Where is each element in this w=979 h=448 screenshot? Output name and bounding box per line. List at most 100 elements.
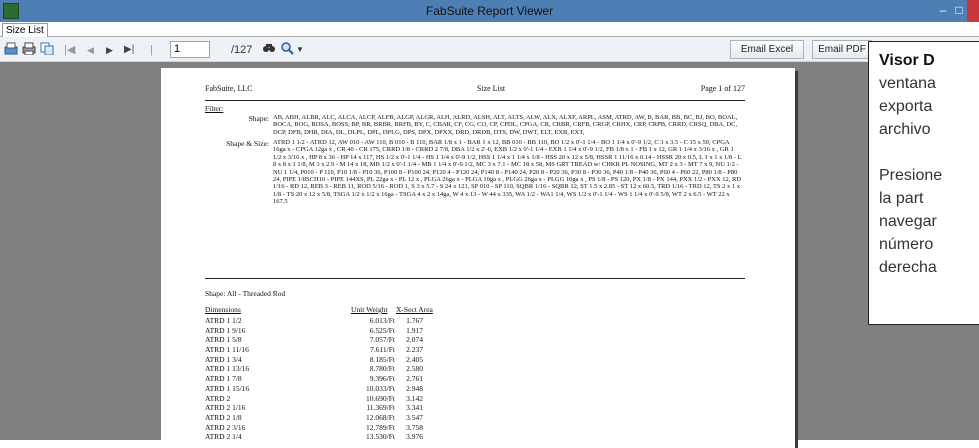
callout-line: la part xyxy=(879,190,924,207)
cell-xsect-area: 1.917 xyxy=(406,325,423,335)
cell-unit-weight: 7.057/Ft xyxy=(369,335,395,345)
cell-unit-weight: 7.611/Ft xyxy=(370,345,395,355)
cell-dimension: ATRD 1 7/8 xyxy=(205,374,242,384)
report-viewer[interactable]: FabSuite, LLC Size List Page 1 of 127 Fi… xyxy=(0,62,979,448)
cell-dimension: ATRD 1 9/16 xyxy=(205,325,246,335)
cell-xsect-area: 3.142 xyxy=(406,393,423,403)
window-controls: – □ xyxy=(935,0,979,22)
next-page-icon[interactable]: ▶ xyxy=(106,42,113,58)
report-page: FabSuite, LLC Size List Page 1 of 127 Fi… xyxy=(161,68,795,448)
cell-unit-weight: 13.530/Ft xyxy=(366,432,395,442)
cell-unit-weight: 11.369/Ft xyxy=(366,403,395,413)
cell-xsect-area: 2.405 xyxy=(406,354,423,364)
callout-line: Presione xyxy=(879,167,943,184)
page-setup-icon[interactable] xyxy=(4,42,18,58)
cell-xsect-area: 2.237 xyxy=(406,345,423,355)
filter-size-key: Shape & Size: xyxy=(226,139,269,148)
size-table: ATRD 1 1/2 6.013/Ft 1.767 ATRD 1 9/16 6.525… xyxy=(205,316,505,442)
instruction-callout: Visor D ventana exporta archivo Presione… xyxy=(868,41,979,325)
cell-dimension: ATRD 2 1/4 xyxy=(205,432,242,442)
cell-xsect-area: 3.976 xyxy=(406,432,423,442)
cell-dimension: ATRD 2 xyxy=(205,393,231,403)
cell-xsect-area: 1.767 xyxy=(406,316,423,325)
cell-dimension: ATRD 2 1/16 xyxy=(205,403,246,413)
report-title: Size List xyxy=(476,84,506,93)
toolbar-separator: | xyxy=(150,44,153,56)
cell-unit-weight: 10.033/Ft xyxy=(366,383,395,393)
cell-dimension: ATRD 1 1/2 xyxy=(205,316,242,325)
table-row: ATRD 2 1/16 11.369/Ft 3.341 xyxy=(205,403,505,413)
last-page-icon[interactable]: ▶| xyxy=(124,42,134,58)
cell-dimension: ATRD 1 3/4 xyxy=(205,354,242,364)
table-row: ATRD 1 11/16 7.611/Ft 2.237 xyxy=(205,345,505,355)
copy-icon[interactable] xyxy=(40,42,54,58)
callout-line: derecha xyxy=(879,259,937,276)
email-pdf-button[interactable]: Email PDF xyxy=(812,40,872,59)
cell-xsect-area: 2.761 xyxy=(406,374,423,384)
callout-line: ventana xyxy=(879,75,936,92)
column-header-xsect-area: X-Sect Area xyxy=(396,305,433,314)
table-row: ATRD 2 1/4 13.530/Ft 3.976 xyxy=(205,432,505,442)
cell-xsect-area: 2.948 xyxy=(406,383,423,393)
column-header-unit-weight: Unit Weight xyxy=(351,305,388,314)
print-icon[interactable] xyxy=(22,42,36,58)
cell-unit-weight: 10.690/Ft xyxy=(366,393,395,403)
callout-line: archivo xyxy=(879,121,931,138)
previous-page-icon[interactable]: ◀ xyxy=(87,42,94,58)
cell-unit-weight: 12.068/Ft xyxy=(366,412,395,422)
cell-xsect-area: 3.758 xyxy=(406,422,423,432)
cell-unit-weight: 6.013/Ft xyxy=(369,316,395,325)
cell-unit-weight: 6.525/Ft xyxy=(369,325,395,335)
table-row: ATRD 1 5/8 7.057/Ft 2.074 xyxy=(205,335,505,345)
cell-xsect-area: 3.341 xyxy=(406,403,423,413)
cell-dimension: ATRD 1 15/16 xyxy=(205,383,250,393)
cell-unit-weight: 12.789/Ft xyxy=(366,422,395,432)
table-row: ATRD 1 15/16 10.033/Ft 2.948 xyxy=(205,384,505,394)
tab-strip: Size List xyxy=(0,22,979,37)
title-bar: FabSuite Report Viewer – □ xyxy=(0,0,979,22)
header-rule xyxy=(205,100,745,101)
cell-dimension: ATRD 2 3/16 xyxy=(205,422,246,432)
table-row: ATRD 1 13/16 8.780/Ft 2.580 xyxy=(205,364,505,374)
table-row: ATRD 1 3/4 8.185/Ft 2.405 xyxy=(205,355,505,365)
filter-shape-key: Shape: xyxy=(248,114,269,123)
zoom-icon[interactable] xyxy=(281,42,295,58)
filter-label: Filter: xyxy=(205,104,224,113)
tab-size-list[interactable]: Size List xyxy=(2,23,48,37)
maximize-button[interactable]: □ xyxy=(951,0,967,22)
cell-dimension: ATRD 1 5/8 xyxy=(205,335,242,345)
cell-dimension: ATRD 2 1/8 xyxy=(205,412,242,422)
column-header-dimensions: Dimensions xyxy=(205,305,241,314)
cell-unit-weight: 9.396/Ft xyxy=(369,374,395,384)
page-indicator: Page 1 of 127 xyxy=(700,84,745,93)
find-icon[interactable] xyxy=(262,42,276,58)
callout-line xyxy=(879,141,979,164)
page-number-input[interactable]: 1 xyxy=(170,41,210,58)
cell-unit-weight: 8.780/Ft xyxy=(369,364,395,374)
report-toolbar: |◀ ◀ ▶ ▶| | 1 /127 ▼ Email Excel Email P… xyxy=(0,37,979,62)
cell-xsect-area: 3.547 xyxy=(406,412,423,422)
table-row: ATRD 1 9/16 6.525/Ft 1.917 xyxy=(205,326,505,336)
cell-dimension: ATRD 1 11/16 xyxy=(205,345,249,355)
first-page-icon[interactable]: |◀ xyxy=(64,42,75,58)
table-row: ATRD 1 7/8 9.396/Ft 2.761 xyxy=(205,374,505,384)
callout-line: exporta xyxy=(879,98,933,115)
cell-xsect-area: 2.580 xyxy=(406,364,423,374)
cell-xsect-area: 2.074 xyxy=(406,335,423,345)
email-excel-button[interactable]: Email Excel xyxy=(730,40,804,59)
table-row: ATRD 2 10.690/Ft 3.142 xyxy=(205,394,505,404)
company-name: FabSuite, LLC xyxy=(205,84,253,93)
table-row: ATRD 2 1/8 12.068/Ft 3.547 xyxy=(205,413,505,423)
filter-rule xyxy=(205,278,745,279)
filter-shape-value: AB, ABH, ALBR, ALC, ALCA, ALCP, ALFB, AL… xyxy=(273,114,738,136)
window-title: FabSuite Report Viewer xyxy=(425,4,554,18)
minimize-button[interactable]: – xyxy=(935,0,951,22)
zoom-dropdown-icon[interactable]: ▼ xyxy=(296,42,304,58)
table-row: ATRD 1 1/2 6.013/Ft 1.767 xyxy=(205,316,505,326)
shape-group-heading: Shape: All - Threaded Rod xyxy=(205,289,286,298)
filter-size-value: ATRD 1 1/2 - ATRD 12, AW 010 - AW 110, B… xyxy=(273,139,742,206)
table-row: ATRD 2 3/16 12.789/Ft 3.758 xyxy=(205,423,505,433)
close-button[interactable] xyxy=(967,0,979,22)
page-total-label: /127 xyxy=(231,44,253,56)
callout-line: navegar xyxy=(879,213,937,230)
